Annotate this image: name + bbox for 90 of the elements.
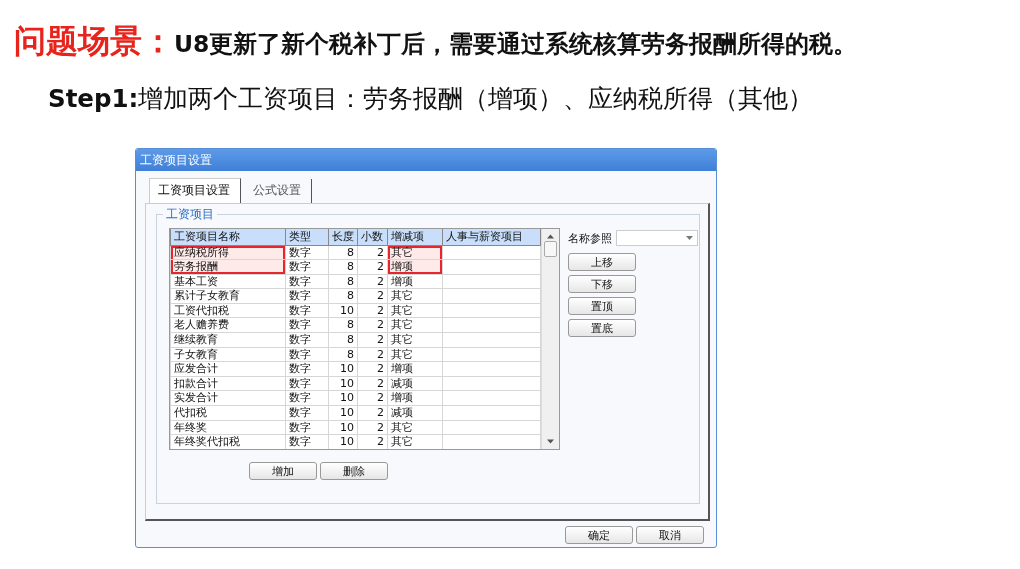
- table-cell: 8: [328, 274, 358, 289]
- table-cell: 年终奖代扣税: [170, 434, 286, 450]
- column-header: 小数: [357, 229, 388, 245]
- name-ref-label: 名称参照: [568, 230, 612, 246]
- table-cell: 2: [357, 288, 388, 304]
- table-cell: 2: [357, 274, 388, 289]
- table-cell: 2: [357, 259, 388, 275]
- table-cell: 2: [357, 376, 388, 391]
- dialog-button[interactable]: 取消: [636, 526, 704, 544]
- column-header: 人事与薪资项目: [442, 229, 541, 245]
- name-ref-dropdown[interactable]: [616, 230, 698, 246]
- table-cell: 增项: [387, 390, 443, 406]
- table-cell: 10: [328, 405, 358, 421]
- table-cell: 数字: [285, 376, 329, 391]
- table-cell: 2: [357, 245, 388, 260]
- table-cell: 其它: [387, 317, 443, 333]
- tab[interactable]: 公式设置: [245, 179, 312, 203]
- tab[interactable]: 工资项目设置: [149, 178, 241, 203]
- table-cell: 累计子女教育: [170, 288, 286, 304]
- scroll-up-icon[interactable]: [547, 234, 554, 239]
- table-cell: 扣款合计: [170, 376, 286, 391]
- table-cell: 10: [328, 390, 358, 406]
- table-cell: 10: [328, 361, 358, 377]
- table-cell: 2: [357, 303, 388, 318]
- table-cell: 工资代扣税: [170, 303, 286, 318]
- table-cell: 继续教育: [170, 332, 286, 348]
- table-cell: 年终奖: [170, 420, 286, 435]
- table-cell: 8: [328, 259, 358, 275]
- table-cell: 应发合计: [170, 361, 286, 377]
- move-button[interactable]: 下移: [568, 275, 636, 293]
- move-button[interactable]: 上移: [568, 253, 636, 271]
- table-cell: 10: [328, 376, 358, 391]
- group-title: 工资项目: [163, 207, 217, 222]
- table-cell: 减项: [387, 376, 443, 391]
- table-cell: 数字: [285, 347, 329, 362]
- move-button[interactable]: 置底: [568, 319, 636, 337]
- table-cell: 2: [357, 332, 388, 348]
- column-header: 工资项目名称: [170, 229, 286, 245]
- table-cell: 2: [357, 317, 388, 333]
- table-cell: 10: [328, 303, 358, 318]
- table-cell: 数字: [285, 361, 329, 377]
- table-cell: 减项: [387, 405, 443, 421]
- table-button[interactable]: 增加: [249, 462, 317, 481]
- table-button[interactable]: 删除: [320, 462, 388, 481]
- table-cell: 数字: [285, 274, 329, 289]
- table-cell: 数字: [285, 317, 329, 333]
- table-cell: 数字: [285, 420, 329, 435]
- table-cell: 增项: [387, 361, 443, 377]
- table-cell: 8: [328, 332, 358, 348]
- table-cell: 其它: [387, 303, 443, 318]
- table-cell: 数字: [285, 245, 329, 260]
- table-cell: 数字: [285, 390, 329, 406]
- table-cell: 2: [357, 420, 388, 435]
- table-cell: 2: [357, 390, 388, 406]
- table-cell: 8: [328, 347, 358, 362]
- table-cell: 子女教育: [170, 347, 286, 362]
- table-cell: 数字: [285, 405, 329, 421]
- table-cell: 代扣税: [170, 405, 286, 421]
- table-cell: 2: [357, 361, 388, 377]
- column-header: 类型: [285, 229, 329, 245]
- table-cell: 数字: [285, 303, 329, 318]
- table-cell: 其它: [387, 420, 443, 435]
- column-header: 增减项: [387, 229, 443, 245]
- table-cell: 老人赡养费: [170, 317, 286, 333]
- table-cell: 其它: [387, 332, 443, 348]
- table-cell: 8: [328, 245, 358, 260]
- table-cell: 2: [357, 405, 388, 421]
- table-cell: 其它: [387, 347, 443, 362]
- table-cell: 实发合计: [170, 390, 286, 406]
- scrollbar[interactable]: [541, 229, 559, 450]
- scroll-thumb[interactable]: [544, 241, 557, 257]
- table-cell: 增项: [387, 274, 443, 289]
- table-cell: 8: [328, 288, 358, 304]
- table-cell: 2: [357, 347, 388, 362]
- table-cell: 其它: [387, 288, 443, 304]
- slide-title-label: 问题场景：: [14, 21, 174, 62]
- move-button[interactable]: 置顶: [568, 297, 636, 315]
- table-cell: 10: [328, 420, 358, 435]
- slide-title: U8更新了新个税补丁后，需要通过系统核算劳务报酬所得的税。: [174, 29, 858, 60]
- dialog-button[interactable]: 确定: [565, 526, 633, 544]
- table-cell: 数字: [285, 288, 329, 304]
- table-cell: 数字: [285, 332, 329, 348]
- table-cell: 数字: [285, 259, 329, 275]
- table-cell: 基本工资: [170, 274, 286, 289]
- column-header: 长度: [328, 229, 358, 245]
- table-cell: 8: [328, 317, 358, 333]
- step-text: Step1:增加两个工资项目：劳务报酬（增项）、应纳税所得（其他）: [48, 83, 815, 115]
- dropdown-caret-icon: [686, 236, 693, 240]
- window-title: 工资项目设置: [140, 152, 212, 168]
- scroll-down-icon[interactable]: [547, 439, 554, 445]
